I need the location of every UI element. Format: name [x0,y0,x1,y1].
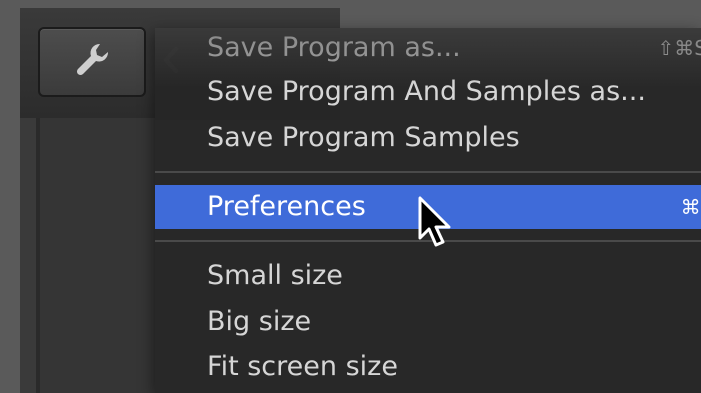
menu-item-label: Save Program Samples [207,122,520,153]
menu-item-save-program-as[interactable]: Save Program as... ⇧⌘S [155,26,701,70]
menu-item-shortcut: ⌘, [680,195,701,219]
menu-item-label: Save Program And Samples as... [207,76,646,107]
side-panel [20,118,155,393]
settings-wrench-button[interactable] [38,27,146,97]
menu-separator [155,171,701,173]
menu-item-save-program-and-samples-as[interactable]: Save Program And Samples as... [155,70,701,114]
menu-item-shortcut: ⇧⌘S [657,36,701,60]
mouse-cursor-icon [417,196,453,250]
menu-item-small-size[interactable]: Small size [155,254,701,298]
menu-item-big-size[interactable]: Big size [155,300,701,344]
menu-item-fit-screen-size[interactable]: Fit screen size [155,345,701,389]
menu-item-save-program-samples[interactable]: Save Program Samples [155,116,701,160]
menu-item-label: Fit screen size [207,351,398,382]
menu-item-label: Save Program as... [207,32,461,63]
menu-item-label: Preferences [207,191,366,222]
menu-item-label: Big size [207,306,312,337]
menu-item-label: Small size [207,260,343,291]
wrench-icon [70,38,114,86]
